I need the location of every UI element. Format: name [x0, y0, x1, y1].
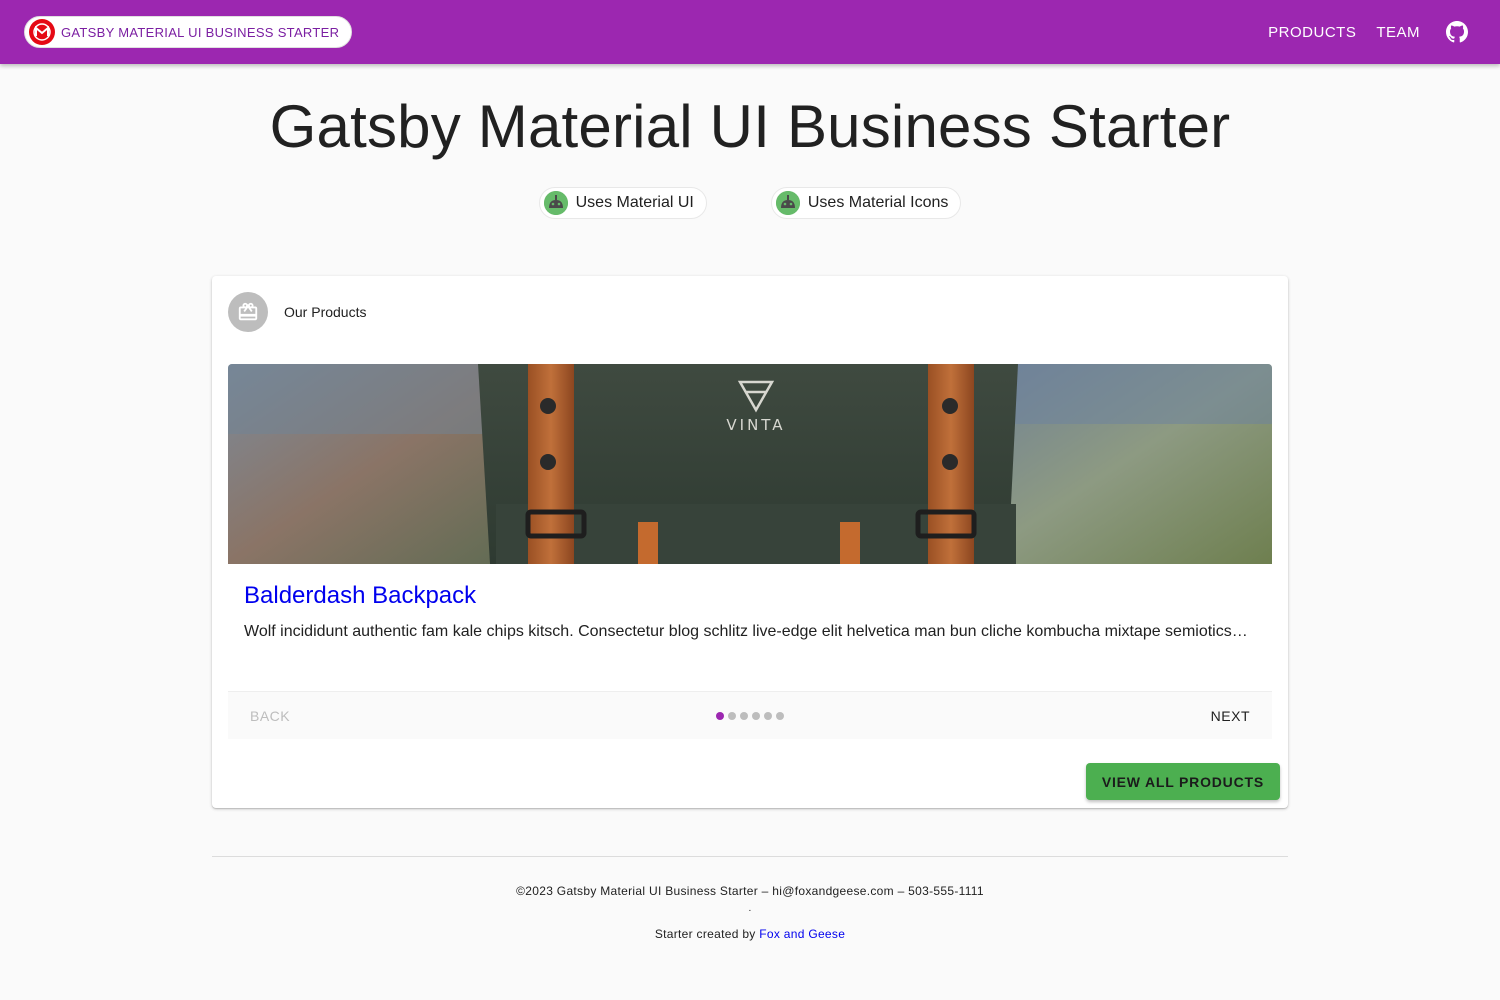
product-image[interactable]: VINTA — [228, 364, 1272, 564]
brand-logo-icon — [29, 19, 55, 45]
brand-chip[interactable]: GATSBY MATERIAL UI BUSINESS STARTER — [24, 16, 353, 48]
credit-link[interactable]: Fox and Geese — [759, 927, 845, 941]
chip-label: Uses Material Icons — [807, 194, 949, 211]
products-card: Our Products VINTA Balderdash Backpack W… — [212, 276, 1288, 808]
footer-contact: ©2023 Gatsby Material UI Business Starte… — [516, 884, 984, 898]
github-icon[interactable] — [1446, 21, 1468, 43]
nav-link-team[interactable]: TEAM — [1376, 24, 1420, 41]
carousel-stepper: BACK NEXT — [228, 691, 1272, 739]
next-button[interactable]: NEXT — [1189, 708, 1272, 724]
android-icon — [543, 191, 568, 215]
top-nav: PRODUCTS TEAM — [1248, 0, 1468, 64]
chip-material-icons[interactable]: Uses Material Icons — [770, 187, 962, 219]
chip-material-ui[interactable]: Uses Material UI — [538, 187, 707, 219]
android-icon — [775, 191, 800, 215]
step-dot — [752, 711, 761, 720]
brand-label: GATSBY MATERIAL UI BUSINESS STARTER — [61, 24, 340, 40]
back-button[interactable]: BACK — [228, 708, 312, 724]
footer-divider — [212, 856, 1288, 857]
footer-separator: . — [748, 903, 752, 914]
step-dot — [776, 711, 785, 720]
feature-chips: Uses Material UI Uses Material Icons — [0, 187, 1500, 219]
product-description: Wolf incididunt authentic fam kale chips… — [244, 623, 1248, 640]
credit-prefix: Starter created by — [654, 927, 760, 941]
nav-link-products[interactable]: PRODUCTS — [1268, 24, 1356, 41]
product-title-link[interactable]: Balderdash Backpack — [244, 582, 476, 610]
step-dot — [716, 711, 725, 720]
step-dot — [764, 711, 773, 720]
footer-credit: Starter created by Fox and Geese — [0, 927, 1500, 941]
card-header: Our Products — [228, 292, 366, 332]
card-title: Our Products — [284, 304, 367, 320]
chip-label: Uses Material UI — [575, 194, 694, 211]
app-bar: GATSBY MATERIAL UI BUSINESS STARTER PROD… — [0, 0, 1500, 64]
view-all-products-button[interactable]: VIEW ALL PRODUCTS — [1085, 763, 1280, 800]
step-dot — [728, 711, 737, 720]
gift-icon — [228, 292, 268, 332]
step-dot — [740, 711, 749, 720]
page-title: Gatsby Material UI Business Starter — [269, 93, 1231, 160]
step-dots — [716, 711, 785, 720]
brand-text-on-bag: VINTA — [726, 416, 785, 434]
